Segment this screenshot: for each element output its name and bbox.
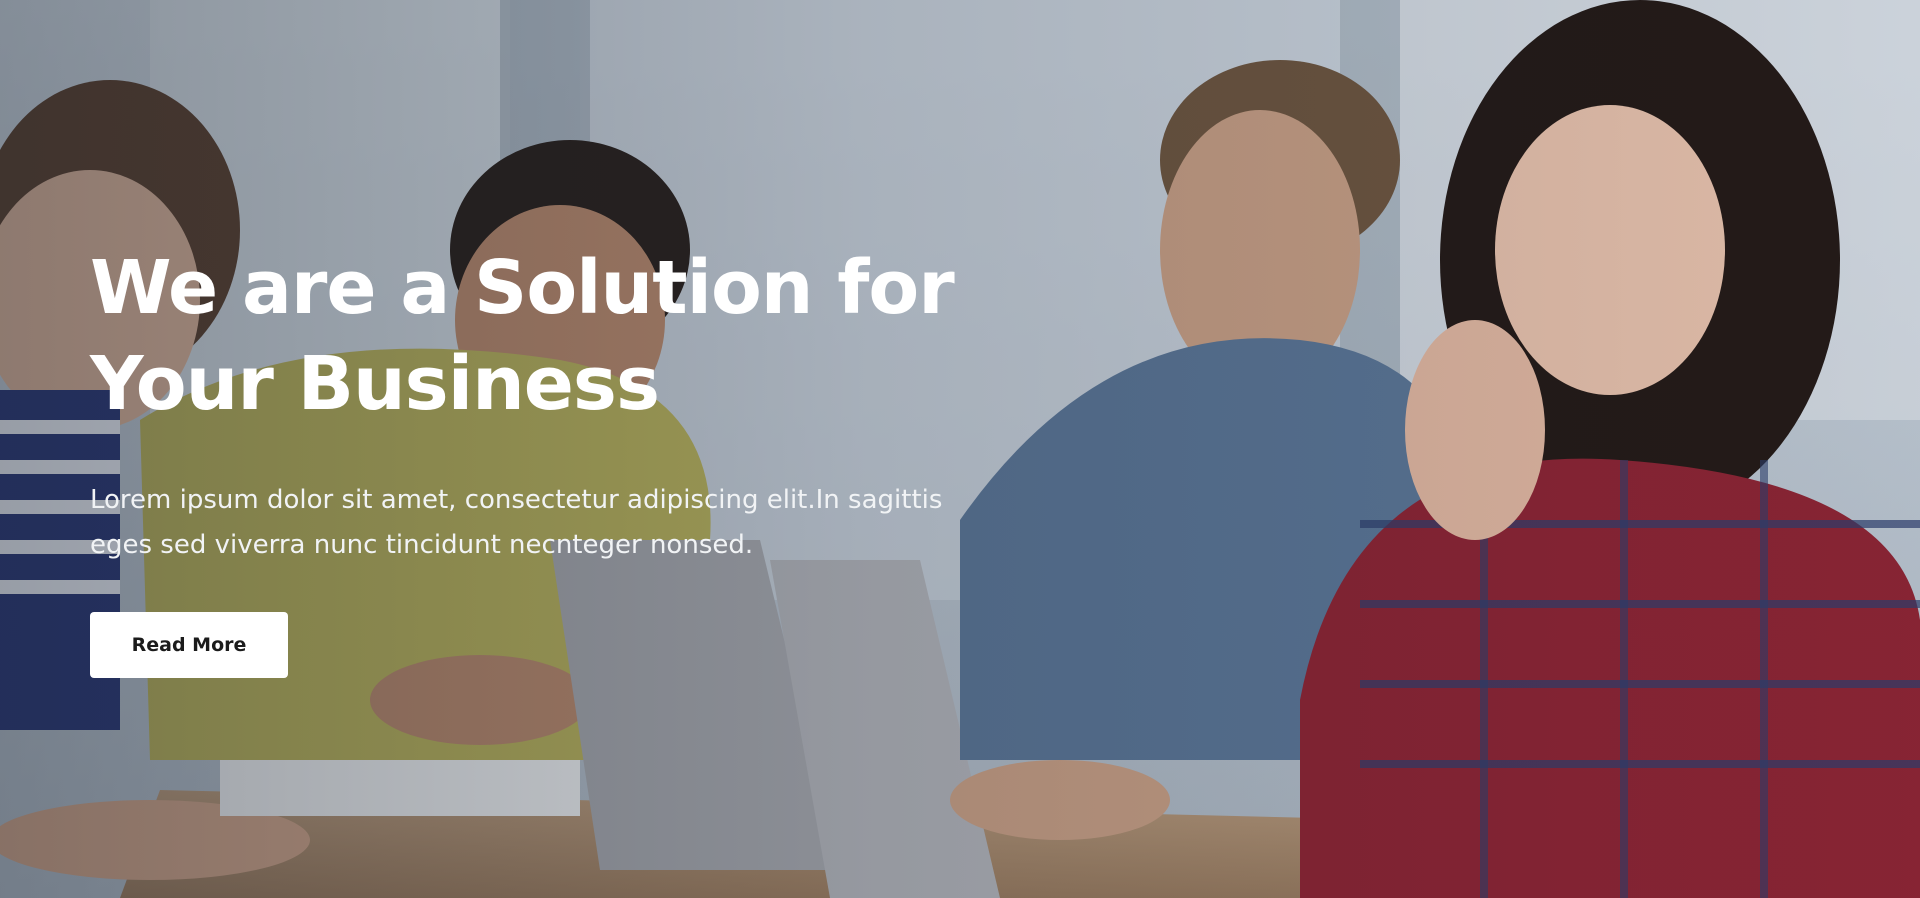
hero-description: Lorem ipsum dolor sit amet, consectetur … — [90, 478, 970, 568]
hero-headline-line-2: Your Business — [90, 341, 660, 427]
hero-content: We are a Solution for Your Business Lore… — [90, 240, 990, 678]
hero-section: We are a Solution for Your Business Lore… — [0, 0, 1920, 898]
read-more-button[interactable]: Read More — [90, 612, 288, 678]
hero-description-line-1: Lorem ipsum dolor sit amet, consectetur … — [90, 485, 943, 515]
hero-description-line-2: eges sed viverra nunc tincidunt necntege… — [90, 530, 754, 560]
hero-headline-line-1: We are a Solution for — [90, 245, 955, 331]
hero-headline: We are a Solution for Your Business — [90, 240, 990, 432]
